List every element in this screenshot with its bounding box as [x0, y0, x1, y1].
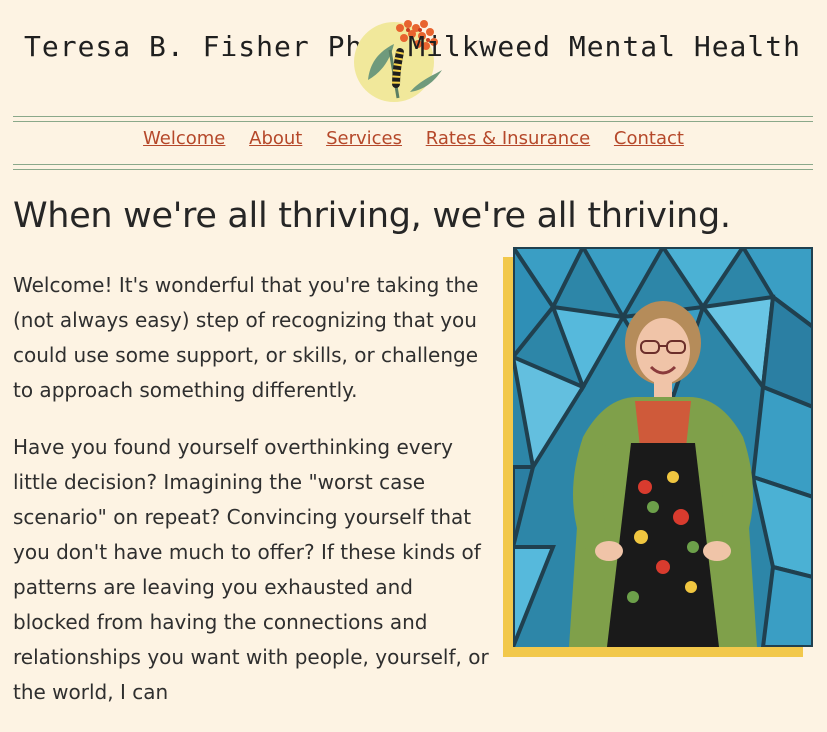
nav-welcome[interactable]: Welcome [143, 128, 225, 149]
main-navigation: Welcome About Services Rates & Insurance… [0, 128, 827, 149]
site-header: Teresa B. Fisher PhD. Milkweed Mental He… [0, 0, 827, 112]
nav-services[interactable]: Services [326, 128, 402, 149]
practice-name[interactable]: Milkweed Mental Health [408, 30, 801, 63]
intro-paragraph: Welcome! It's wonderful that you're taki… [13, 273, 479, 402]
portrait-container [503, 247, 813, 657]
patterns-paragraph: Have you found yourself overthinking eve… [13, 435, 489, 704]
portrait-photo-icon [513, 247, 813, 647]
nav-about[interactable]: About [249, 128, 302, 149]
top-divider [13, 116, 813, 122]
welcome-text: Welcome! It's wonderful that you're taki… [13, 268, 493, 732]
therapist-name[interactable]: Teresa B. Fisher PhD. [24, 30, 399, 63]
nav-contact[interactable]: Contact [614, 128, 684, 149]
bottom-divider [13, 164, 813, 170]
nav-rates-insurance[interactable]: Rates & Insurance [426, 128, 590, 149]
page-headline: When we're all thriving, we're all thriv… [13, 196, 731, 236]
